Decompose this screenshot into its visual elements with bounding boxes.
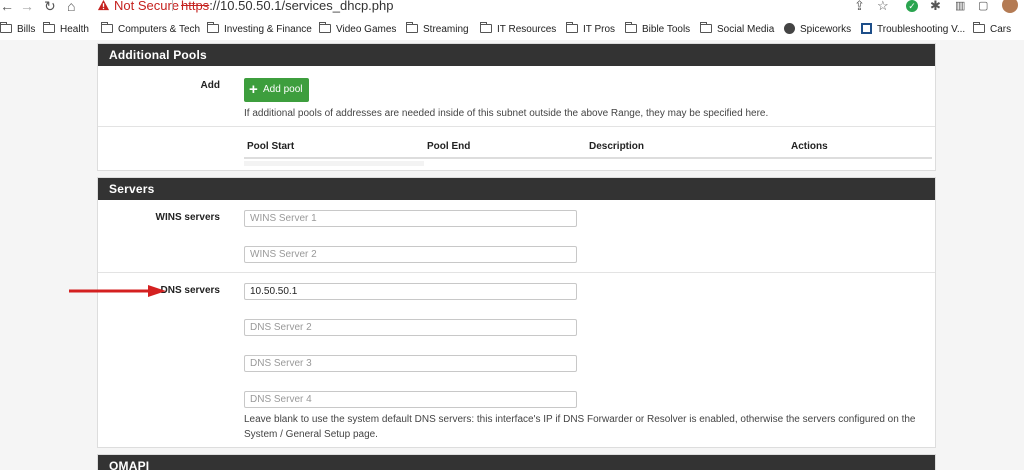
forward-icon[interactable]: → — [20, 0, 34, 14]
folder-icon — [700, 22, 712, 33]
bookmark-label: Investing & Finance — [224, 24, 312, 35]
bookmark-it-resources[interactable]: IT Resources — [480, 22, 556, 38]
dns-server-3-input[interactable]: DNS Server 3 — [244, 355, 577, 372]
profile-avatar[interactable] — [1002, 0, 1018, 13]
bookmark-social-media[interactable]: Social Media — [700, 22, 774, 38]
column-description: Description — [589, 141, 645, 152]
folder-icon — [406, 22, 418, 33]
dns-help-line-1: Leave blank to use the system default DN… — [244, 414, 916, 425]
bookmark-investing-finance[interactable]: Investing & Finance — [207, 22, 312, 38]
bookmark-label: Social Media — [717, 24, 775, 35]
bookmark-label: Spiceworks — [800, 24, 852, 35]
bookmark-label: IT Pros — [583, 24, 616, 35]
servers-title: Servers — [98, 178, 935, 200]
home-icon[interactable]: ⌂ — [67, 0, 75, 14]
reload-icon[interactable]: ↻ — [44, 0, 56, 14]
dns-server-2-input[interactable]: DNS Server 2 — [244, 319, 577, 336]
add-pool-button[interactable]: + Add pool — [244, 78, 309, 102]
bookmark-streaming[interactable]: Streaming — [406, 22, 469, 38]
wins-server-1-input[interactable]: WINS Server 1 — [244, 210, 577, 227]
bookmark-label: Video Games — [336, 24, 397, 35]
column-pool-end: Pool End — [427, 141, 471, 152]
folder-icon — [625, 22, 637, 33]
column-pool-start: Pool Start — [247, 141, 295, 152]
warning-icon — [97, 0, 110, 11]
omapi-title: OMAPI — [98, 455, 935, 470]
bookmark-it-pros[interactable]: IT Pros — [566, 22, 615, 38]
dns-help-line-2: System / General Setup page. — [244, 429, 378, 440]
add-pool-row: Add + Add pool If additional pools of add… — [98, 66, 935, 126]
bookmark-label: IT Resources — [497, 24, 557, 35]
additional-pools-panel: Additional Pools Add + Add pool If additi… — [97, 43, 936, 171]
address-bar[interactable]: https://10.50.50.1/services_dhcp.php — [181, 0, 393, 13]
address-separator — [172, 0, 173, 11]
bookmark-bills[interactable]: Bills — [0, 22, 35, 38]
bookmark-label: Streaming — [423, 24, 469, 35]
table-empty-row — [244, 161, 424, 166]
sidebar-icon[interactable]: ▥ — [955, 0, 965, 14]
bookmarks-bar: Bills Health Computers & Tech Investing … — [0, 19, 1024, 39]
extension-check-icon[interactable]: ✓ — [906, 0, 918, 12]
bookmark-health[interactable]: Health — [43, 22, 89, 38]
omapi-panel: OMAPI — [97, 454, 936, 470]
dns-server-1-input[interactable]: 10.50.50.1 — [244, 283, 577, 300]
folder-icon — [566, 22, 578, 33]
add-pool-button-label: Add pool — [263, 84, 303, 95]
dns-server-4-input[interactable]: DNS Server 4 — [244, 391, 577, 408]
bookmark-label: Cars — [990, 24, 1012, 35]
square-icon — [861, 23, 872, 34]
add-label: Add — [200, 80, 220, 91]
page-content: Additional Pools Add + Add pool If additi… — [0, 40, 1024, 470]
bookmark-label: Bible Tools — [642, 24, 691, 35]
dns-servers-row: DNS servers 10.50.50.1 DNS Server 2 DNS … — [98, 272, 935, 449]
wins-servers-label: WINS servers — [155, 212, 220, 223]
folder-icon — [207, 22, 219, 33]
bookmark-spiceworks[interactable]: Spiceworks — [784, 22, 851, 38]
folder-icon — [43, 22, 55, 33]
star-icon[interactable]: ☆ — [877, 0, 889, 14]
bookmark-label: Troubleshooting V... — [877, 24, 966, 35]
share-icon[interactable]: ⇪ — [854, 0, 865, 14]
folder-icon — [973, 22, 985, 33]
folder-icon — [0, 22, 12, 33]
pools-help-text: If additional pools of addresses are nee… — [244, 108, 769, 119]
browser-toolbar: ← → ↻ ⌂ Not Secure https://10.50.50.1/se… — [0, 0, 1024, 17]
additional-pools-title: Additional Pools — [98, 44, 935, 66]
url-path: ://10.50.50.1/services_dhcp.php — [209, 0, 394, 13]
bookmark-computers-tech[interactable]: Computers & Tech — [101, 22, 200, 38]
pools-table-header: Pool Start Pool End Description Actions — [244, 135, 932, 159]
url-scheme: https — [181, 0, 210, 13]
plus-icon: + — [249, 81, 258, 98]
red-arrow-annotation — [69, 285, 166, 297]
folder-icon — [480, 22, 492, 33]
extensions-puzzle-icon[interactable]: ✱ — [930, 0, 941, 14]
folder-icon — [101, 22, 113, 33]
not-secure-label[interactable]: Not Secure — [114, 0, 179, 13]
back-icon[interactable]: ← — [0, 0, 14, 14]
wins-servers-row: WINS servers WINS Server 1 WINS Server 2 — [98, 200, 935, 272]
bookmark-label: Computers & Tech — [118, 24, 201, 35]
globe-icon — [784, 23, 795, 34]
wins-server-2-input[interactable]: WINS Server 2 — [244, 246, 577, 263]
bookmark-bible-tools[interactable]: Bible Tools — [625, 22, 690, 38]
pools-table-row: Pool Start Pool End Description Actions — [98, 126, 935, 172]
bookmark-troubleshooting[interactable]: Troubleshooting V... — [861, 22, 965, 38]
dns-servers-label: DNS servers — [160, 285, 220, 296]
servers-panel: Servers WINS servers WINS Server 1 WINS … — [97, 177, 936, 448]
reading-list-icon[interactable]: ▢ — [978, 0, 988, 14]
folder-icon — [319, 22, 331, 33]
bookmark-video-games[interactable]: Video Games — [319, 22, 396, 38]
bookmark-cars[interactable]: Cars — [973, 22, 1011, 38]
column-actions: Actions — [791, 141, 828, 152]
bookmark-label: Bills — [17, 24, 36, 35]
bookmark-label: Health — [60, 24, 89, 35]
